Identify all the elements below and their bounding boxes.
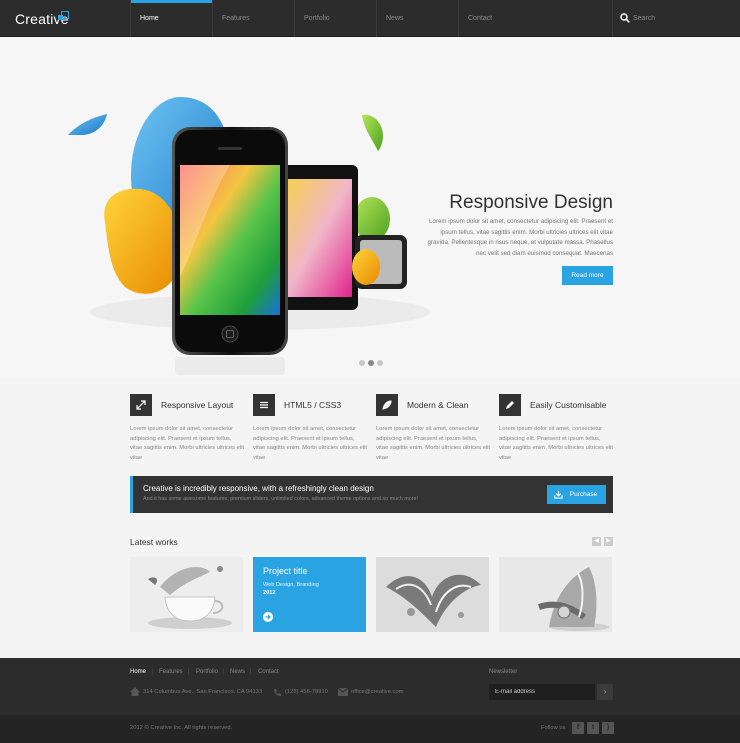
pencil-icon xyxy=(499,394,521,416)
prev-arrow-icon[interactable]: ◀ xyxy=(592,537,601,546)
nav-item-home[interactable]: Home xyxy=(140,0,159,37)
facebook-icon[interactable]: f xyxy=(572,722,584,734)
hero-title: Responsive Design xyxy=(449,192,613,213)
next-arrow-icon[interactable]: ▶ xyxy=(604,537,613,546)
rss-icon[interactable]: ) xyxy=(602,722,614,734)
home-icon xyxy=(130,687,140,696)
leaf-icon xyxy=(376,394,398,416)
latest-works-title: Latest works xyxy=(130,537,178,547)
devices-illustration xyxy=(68,97,430,375)
feature-title: Modern & Clean xyxy=(407,400,469,410)
phone-icon xyxy=(274,689,281,696)
nav-divider xyxy=(612,0,613,37)
nav-divider xyxy=(294,0,295,37)
feature-text: Lorem ipsum dolor sit amet, consectetur … xyxy=(130,426,245,461)
robot-figure-image xyxy=(499,557,612,632)
slider-dot-3[interactable] xyxy=(377,360,383,366)
arrow-right-icon[interactable] xyxy=(263,612,273,622)
nav-divider xyxy=(130,0,131,37)
nav-divider xyxy=(212,0,213,37)
feature-text: Lorem ipsum dolor sit amet, consectetur … xyxy=(499,426,614,461)
expand-icon xyxy=(130,394,152,416)
feature-title: Easily Customisable xyxy=(530,400,607,410)
chevron-right-icon[interactable]: › xyxy=(597,684,613,700)
nav-divider xyxy=(458,0,459,37)
newsletter-label: Newsletter xyxy=(489,669,518,675)
top-navigation-bar: Creative Home Features Portfolio News Co… xyxy=(0,0,740,37)
slider-dot-1[interactable] xyxy=(359,360,365,366)
teacup-splash-image xyxy=(130,557,243,632)
project-category: Web Design, Branding xyxy=(263,582,319,588)
footer xyxy=(0,658,740,715)
purchase-label: Purchase xyxy=(569,491,598,498)
nav-item-features[interactable]: Features xyxy=(222,0,250,37)
logo-mark-icon xyxy=(58,11,69,20)
callout-subtitle: And it has some awesome features, premiu… xyxy=(143,496,419,502)
work-thumbnail-teacup[interactable] xyxy=(130,557,243,632)
work-thumbnail-water[interactable] xyxy=(376,557,489,632)
copyright-text: 2012 © Creative Inc. All rights reserved… xyxy=(130,725,233,731)
search-icon[interactable] xyxy=(620,13,630,23)
feature-text: Lorem ipsum dolor sit amet, consectetur … xyxy=(376,426,491,461)
hero-description: Lorem ipsum dolor sit amet, consectetur … xyxy=(427,218,613,257)
bottom-bar xyxy=(0,715,740,743)
project-title: Project title xyxy=(263,566,308,576)
footer-phone: (123) 456-78910 xyxy=(285,689,328,695)
footer-link-separator: | xyxy=(223,669,225,675)
footer-email[interactable]: office@creative.com xyxy=(351,689,404,695)
footer-link-separator: | xyxy=(188,669,190,675)
follow-us-label: Follow us xyxy=(541,725,566,731)
footer-link-news[interactable]: News xyxy=(230,669,245,675)
slider-dot-2[interactable] xyxy=(368,360,374,366)
feature-text: Lorem ipsum dolor sit amet, consectetur … xyxy=(253,426,368,461)
purchase-callout: Creative is incredibly responsive, with … xyxy=(130,476,613,513)
envelope-icon xyxy=(338,688,348,696)
project-year: 2012 xyxy=(263,590,276,596)
work-featured-project[interactable]: Project title Web Design, Branding 2012 xyxy=(253,557,366,632)
callout-title: Creative is incredibly responsive, with … xyxy=(143,484,374,493)
read-more-button[interactable]: Read more xyxy=(562,266,613,285)
list-icon xyxy=(253,394,275,416)
footer-link-separator: | xyxy=(152,669,154,675)
nav-item-contact[interactable]: Contact xyxy=(468,0,492,37)
footer-address: 314 Columbus Ave., San Francisco, CA 941… xyxy=(143,689,263,695)
nav-item-portfolio[interactable]: Portfolio xyxy=(304,0,330,37)
water-splash-image xyxy=(376,557,489,632)
work-thumbnail-robot[interactable] xyxy=(499,557,612,632)
purchase-button[interactable]: Purchase xyxy=(547,485,606,504)
footer-link-features[interactable]: Features xyxy=(159,669,183,675)
hero-slider: Responsive Design Lorem ipsum dolor sit … xyxy=(0,37,740,377)
nav-item-news[interactable]: News xyxy=(386,0,404,37)
footer-link-home[interactable]: Home xyxy=(130,669,146,675)
feature-title: HTML5 / CSS3 xyxy=(284,400,342,410)
search-input[interactable] xyxy=(633,11,733,25)
footer-link-separator: | xyxy=(250,669,252,675)
twitter-icon[interactable]: t xyxy=(587,722,599,734)
footer-link-contact[interactable]: Contact xyxy=(258,669,279,675)
nav-divider xyxy=(376,0,377,37)
feature-title: Responsive Layout xyxy=(161,400,234,410)
footer-link-portfolio[interactable]: Portfolio xyxy=(196,669,218,675)
newsletter-email-input[interactable] xyxy=(489,684,595,700)
download-icon xyxy=(554,490,563,499)
